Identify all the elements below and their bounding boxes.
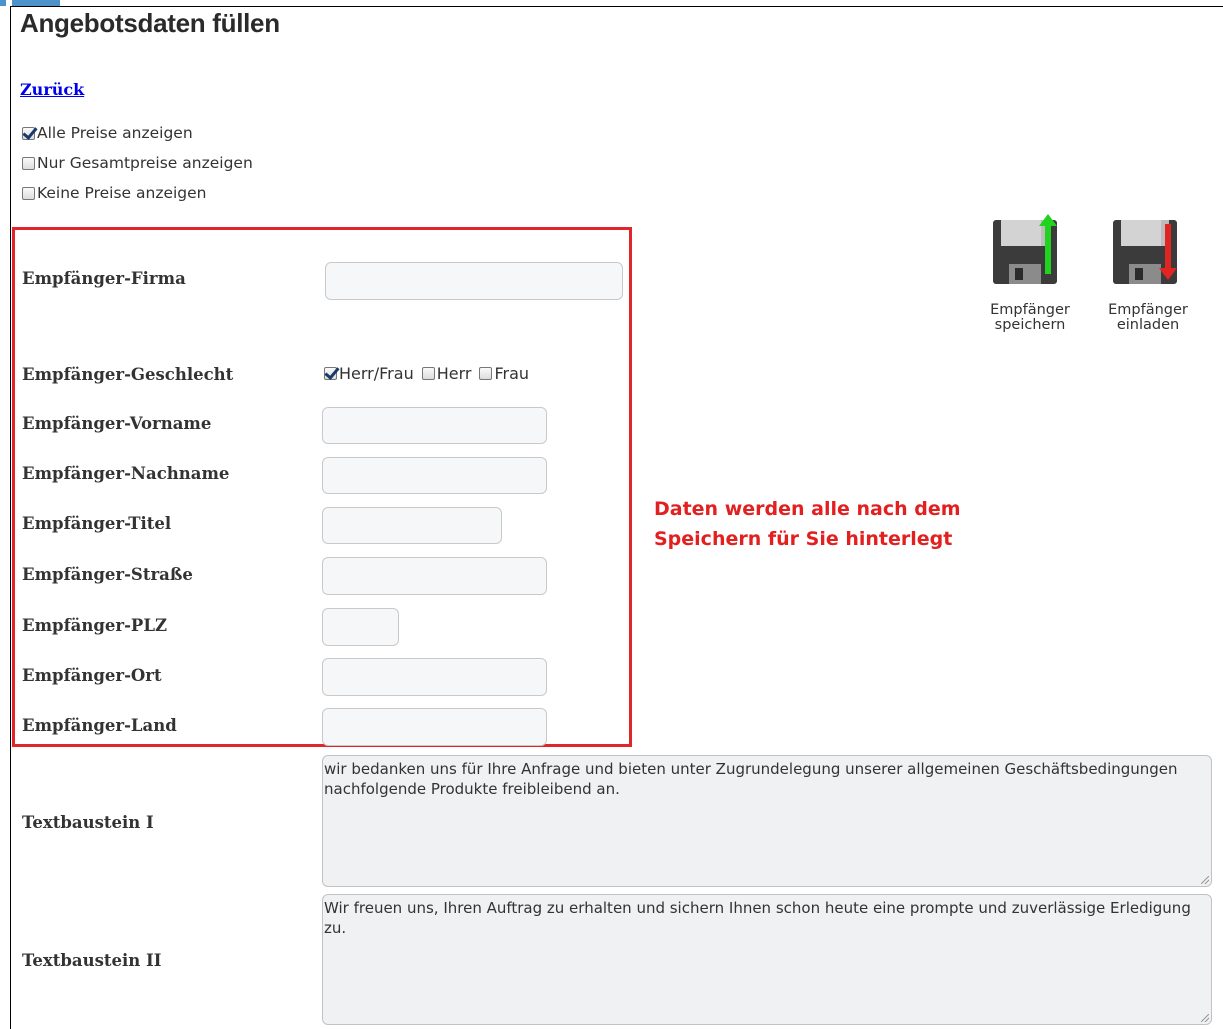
- back-link[interactable]: Zurück: [20, 80, 84, 99]
- label-firma: Empfänger-Firma: [22, 269, 186, 288]
- floppy-shutter-icon: [1129, 264, 1161, 284]
- textbaustein-2-value: Wir freuen uns, Ihren Auftrag zu erhalte…: [324, 899, 1191, 937]
- option-no-prices[interactable]: Keine Preise anzeigen: [22, 184, 207, 202]
- checkbox-herr-frau[interactable]: [324, 367, 337, 380]
- input-titel[interactable]: [322, 507, 502, 544]
- label-ort: Empfänger-Ort: [22, 666, 162, 685]
- gender-option-herr-frau[interactable]: Herr/Frau: [324, 364, 414, 383]
- textarea-textbaustein-2[interactable]: Wir freuen uns, Ihren Auftrag zu erhalte…: [322, 894, 1212, 1025]
- label-plz: Empfänger-PLZ: [22, 616, 167, 635]
- floppy-shutter-icon: [1009, 264, 1041, 284]
- save-recipient-button[interactable]: [993, 214, 1057, 284]
- load-recipient-line1: Empfänger: [1108, 302, 1188, 318]
- option-total-prices[interactable]: Nur Gesamtpreise anzeigen: [22, 154, 253, 172]
- floppy-icon: [1121, 220, 1169, 246]
- option-no-prices-label: Keine Preise anzeigen: [37, 184, 207, 202]
- load-recipient-line2: einladen: [1116, 317, 1180, 333]
- save-recipient-line1: Empfänger: [990, 302, 1070, 318]
- option-all-prices-label: Alle Preise anzeigen: [37, 124, 193, 142]
- label-geschlecht: Empfänger-Geschlecht: [22, 365, 234, 384]
- load-recipient-button[interactable]: [1113, 220, 1177, 284]
- load-recipient-label[interactable]: Empfänger einladen: [1098, 303, 1198, 333]
- input-land[interactable]: [322, 708, 547, 746]
- gender-option-frau[interactable]: Frau: [479, 364, 529, 383]
- gender-option-herr[interactable]: Herr: [421, 364, 472, 383]
- option-all-prices[interactable]: Alle Preise anzeigen: [22, 124, 193, 142]
- label-land: Empfänger-Land: [22, 716, 177, 735]
- resize-grip-icon[interactable]: [1201, 1014, 1209, 1022]
- save-recipient-label[interactable]: Empfänger speichern: [980, 303, 1080, 333]
- input-ort[interactable]: [322, 658, 547, 696]
- gender-label-herr-frau: Herr/Frau: [339, 364, 414, 383]
- input-vorname[interactable]: [322, 407, 547, 444]
- label-vorname: Empfänger-Vorname: [22, 414, 212, 433]
- storage-note: Daten werden alle nach dem Speichern für…: [654, 498, 961, 550]
- gender-label-herr: Herr: [436, 364, 472, 383]
- resize-grip-icon[interactable]: [1201, 876, 1209, 884]
- input-firma[interactable]: [325, 262, 623, 300]
- checkbox-all-prices[interactable]: [22, 126, 35, 140]
- gender-label-frau: Frau: [494, 364, 530, 383]
- gender-options: Herr/Frau Herr Frau: [324, 364, 537, 383]
- label-nachname: Empfänger-Nachname: [22, 464, 230, 483]
- arrow-up-icon: [1039, 214, 1057, 274]
- textarea-textbaustein-1[interactable]: wir bedanken uns für Ihre Anfrage und bi…: [322, 755, 1212, 887]
- arrow-down-icon: [1159, 224, 1177, 280]
- label-textbaustein-1: Textbaustein I: [22, 813, 154, 832]
- label-titel: Empfänger-Titel: [22, 514, 172, 533]
- input-nachname[interactable]: [322, 457, 547, 494]
- checkbox-no-prices[interactable]: [22, 186, 35, 200]
- checkbox-herr[interactable]: [421, 367, 435, 380]
- input-plz[interactable]: [322, 608, 399, 646]
- checkbox-total-prices[interactable]: [22, 156, 35, 170]
- checkbox-frau[interactable]: [479, 367, 493, 380]
- page-title: Angebotsdaten füllen: [20, 8, 280, 38]
- save-recipient-line2: speichern: [994, 317, 1066, 333]
- option-total-prices-label: Nur Gesamtpreise anzeigen: [37, 154, 253, 172]
- label-textbaustein-2: Textbaustein II: [22, 951, 162, 970]
- label-strasse: Empfänger-Straße: [22, 565, 193, 584]
- textbaustein-1-value: wir bedanken uns für Ihre Anfrage und bi…: [324, 760, 1178, 798]
- input-strasse[interactable]: [322, 557, 547, 595]
